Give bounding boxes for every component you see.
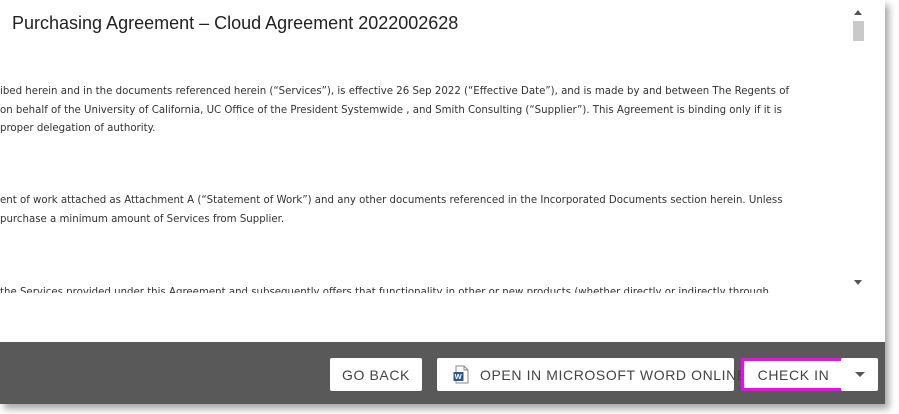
- scroll-down-icon[interactable]: [854, 280, 862, 285]
- document-viewer-window: Purchasing Agreement – Cloud Agreement 2…: [0, 0, 885, 404]
- document-paragraph: the Services provided under this Agreeme…: [0, 284, 850, 293]
- paragraph-line: on behalf of the University of Californi…: [0, 104, 782, 116]
- action-footer: GO BACK W OPEN IN MICROSOFT WORD ONLINE …: [0, 342, 885, 404]
- check-in-label: CHECK IN: [757, 366, 830, 383]
- document-paragraph: ibed herein and in the documents referen…: [0, 83, 850, 139]
- paragraph-line: ibed herein and in the documents referen…: [0, 86, 790, 97]
- go-back-button[interactable]: GO BACK: [330, 358, 422, 391]
- paragraph-line: purchase a minimum amount of Services fr…: [0, 213, 285, 225]
- document-paragraph: ent of work attached as Attachment A (“S…: [0, 192, 850, 229]
- check-in-button[interactable]: CHECK IN: [741, 358, 846, 391]
- open-in-word-button[interactable]: W OPEN IN MICROSOFT WORD ONLINE: [437, 358, 746, 391]
- scroll-up-icon[interactable]: [854, 10, 862, 15]
- chevron-down-icon: [854, 372, 865, 377]
- document-title: Purchasing Agreement – Cloud Agreement 2…: [12, 13, 459, 33]
- paragraph-line: proper delegation of authority.: [0, 123, 156, 134]
- go-back-label: GO BACK: [342, 366, 410, 383]
- vertical-scrollbar[interactable]: [850, 6, 867, 294]
- check-in-options-button[interactable]: [841, 358, 878, 391]
- scrollbar-thumb[interactable]: [853, 21, 864, 41]
- open-in-word-label: OPEN IN MICROSOFT WORD ONLINE: [480, 366, 747, 383]
- paragraph-line: the Services provided under this Agreeme…: [0, 287, 769, 293]
- svg-text:W: W: [455, 372, 463, 381]
- word-doc-icon: W: [453, 365, 469, 384]
- paragraph-line: ent of work attached as Attachment A (“S…: [0, 195, 783, 206]
